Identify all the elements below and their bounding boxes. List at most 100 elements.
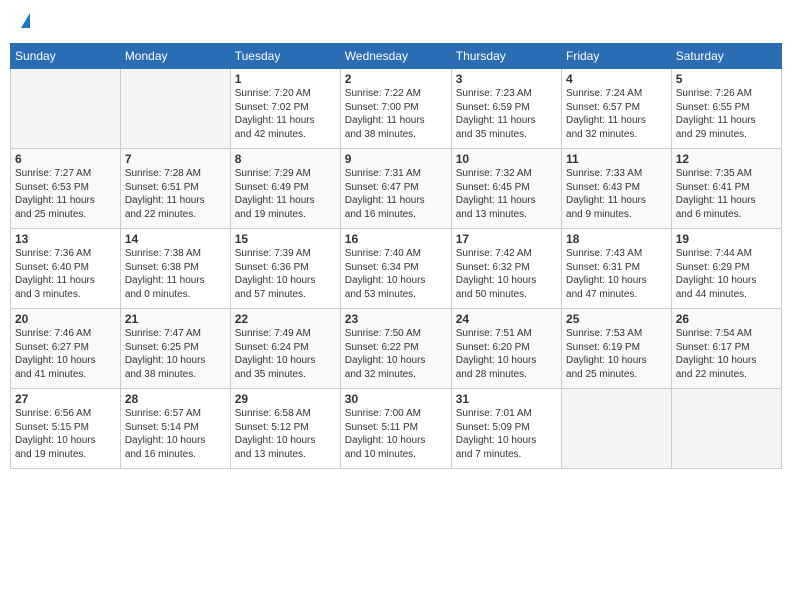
- day-number: 13: [15, 232, 116, 246]
- day-number: 29: [235, 392, 336, 406]
- calendar-cell: 31Sunrise: 7:01 AM Sunset: 5:09 PM Dayli…: [451, 389, 561, 469]
- calendar-cell: 26Sunrise: 7:54 AM Sunset: 6:17 PM Dayli…: [671, 309, 781, 389]
- day-number: 26: [676, 312, 777, 326]
- day-number: 16: [345, 232, 447, 246]
- calendar-cell: [562, 389, 672, 469]
- calendar-cell: 21Sunrise: 7:47 AM Sunset: 6:25 PM Dayli…: [120, 309, 230, 389]
- day-detail: Sunrise: 7:00 AM Sunset: 5:11 PM Dayligh…: [345, 407, 447, 461]
- day-detail: Sunrise: 7:42 AM Sunset: 6:32 PM Dayligh…: [456, 247, 557, 301]
- calendar-cell: 18Sunrise: 7:43 AM Sunset: 6:31 PM Dayli…: [562, 229, 672, 309]
- day-number: 4: [566, 72, 667, 86]
- day-number: 15: [235, 232, 336, 246]
- day-detail: Sunrise: 7:44 AM Sunset: 6:29 PM Dayligh…: [676, 247, 777, 301]
- logo: [20, 15, 30, 30]
- day-detail: Sunrise: 7:54 AM Sunset: 6:17 PM Dayligh…: [676, 327, 777, 381]
- day-number: 17: [456, 232, 557, 246]
- day-number: 14: [125, 232, 226, 246]
- day-detail: Sunrise: 7:35 AM Sunset: 6:41 PM Dayligh…: [676, 167, 777, 221]
- day-detail: Sunrise: 7:53 AM Sunset: 6:19 PM Dayligh…: [566, 327, 667, 381]
- weekday-header: Saturday: [671, 44, 781, 69]
- day-number: 31: [456, 392, 557, 406]
- day-number: 11: [566, 152, 667, 166]
- calendar-cell: [120, 69, 230, 149]
- calendar-cell: 29Sunrise: 6:58 AM Sunset: 5:12 PM Dayli…: [230, 389, 340, 469]
- calendar-cell: [671, 389, 781, 469]
- day-number: 2: [345, 72, 447, 86]
- calendar-cell: 22Sunrise: 7:49 AM Sunset: 6:24 PM Dayli…: [230, 309, 340, 389]
- logo-triangle-icon: [21, 13, 30, 28]
- calendar-cell: 1Sunrise: 7:20 AM Sunset: 7:02 PM Daylig…: [230, 69, 340, 149]
- day-number: 8: [235, 152, 336, 166]
- day-number: 28: [125, 392, 226, 406]
- calendar-cell: 2Sunrise: 7:22 AM Sunset: 7:00 PM Daylig…: [340, 69, 451, 149]
- calendar-cell: 7Sunrise: 7:28 AM Sunset: 6:51 PM Daylig…: [120, 149, 230, 229]
- day-number: 27: [15, 392, 116, 406]
- weekday-header: Monday: [120, 44, 230, 69]
- day-number: 21: [125, 312, 226, 326]
- weekday-header: Friday: [562, 44, 672, 69]
- calendar-cell: 5Sunrise: 7:26 AM Sunset: 6:55 PM Daylig…: [671, 69, 781, 149]
- day-detail: Sunrise: 7:28 AM Sunset: 6:51 PM Dayligh…: [125, 167, 226, 221]
- day-detail: Sunrise: 7:49 AM Sunset: 6:24 PM Dayligh…: [235, 327, 336, 381]
- day-detail: Sunrise: 7:47 AM Sunset: 6:25 PM Dayligh…: [125, 327, 226, 381]
- day-number: 25: [566, 312, 667, 326]
- day-detail: Sunrise: 7:29 AM Sunset: 6:49 PM Dayligh…: [235, 167, 336, 221]
- calendar-week-row: 27Sunrise: 6:56 AM Sunset: 5:15 PM Dayli…: [11, 389, 782, 469]
- calendar-cell: 17Sunrise: 7:42 AM Sunset: 6:32 PM Dayli…: [451, 229, 561, 309]
- day-detail: Sunrise: 7:31 AM Sunset: 6:47 PM Dayligh…: [345, 167, 447, 221]
- calendar-week-row: 6Sunrise: 7:27 AM Sunset: 6:53 PM Daylig…: [11, 149, 782, 229]
- calendar-cell: 11Sunrise: 7:33 AM Sunset: 6:43 PM Dayli…: [562, 149, 672, 229]
- day-number: 24: [456, 312, 557, 326]
- day-number: 10: [456, 152, 557, 166]
- calendar-cell: 8Sunrise: 7:29 AM Sunset: 6:49 PM Daylig…: [230, 149, 340, 229]
- day-detail: Sunrise: 7:39 AM Sunset: 6:36 PM Dayligh…: [235, 247, 336, 301]
- day-number: 6: [15, 152, 116, 166]
- calendar-cell: 6Sunrise: 7:27 AM Sunset: 6:53 PM Daylig…: [11, 149, 121, 229]
- calendar-cell: 10Sunrise: 7:32 AM Sunset: 6:45 PM Dayli…: [451, 149, 561, 229]
- day-detail: Sunrise: 6:56 AM Sunset: 5:15 PM Dayligh…: [15, 407, 116, 461]
- calendar-cell: 4Sunrise: 7:24 AM Sunset: 6:57 PM Daylig…: [562, 69, 672, 149]
- calendar-cell: 14Sunrise: 7:38 AM Sunset: 6:38 PM Dayli…: [120, 229, 230, 309]
- day-detail: Sunrise: 7:24 AM Sunset: 6:57 PM Dayligh…: [566, 87, 667, 141]
- calendar-cell: 12Sunrise: 7:35 AM Sunset: 6:41 PM Dayli…: [671, 149, 781, 229]
- day-detail: Sunrise: 7:36 AM Sunset: 6:40 PM Dayligh…: [15, 247, 116, 301]
- calendar-cell: 16Sunrise: 7:40 AM Sunset: 6:34 PM Dayli…: [340, 229, 451, 309]
- calendar-header-row: SundayMondayTuesdayWednesdayThursdayFrid…: [11, 44, 782, 69]
- day-number: 1: [235, 72, 336, 86]
- day-number: 3: [456, 72, 557, 86]
- day-detail: Sunrise: 7:26 AM Sunset: 6:55 PM Dayligh…: [676, 87, 777, 141]
- day-number: 20: [15, 312, 116, 326]
- day-number: 12: [676, 152, 777, 166]
- weekday-header: Sunday: [11, 44, 121, 69]
- day-detail: Sunrise: 6:58 AM Sunset: 5:12 PM Dayligh…: [235, 407, 336, 461]
- calendar-cell: 30Sunrise: 7:00 AM Sunset: 5:11 PM Dayli…: [340, 389, 451, 469]
- day-detail: Sunrise: 7:50 AM Sunset: 6:22 PM Dayligh…: [345, 327, 447, 381]
- day-number: 23: [345, 312, 447, 326]
- weekday-header: Thursday: [451, 44, 561, 69]
- day-number: 9: [345, 152, 447, 166]
- day-detail: Sunrise: 7:22 AM Sunset: 7:00 PM Dayligh…: [345, 87, 447, 141]
- calendar-cell: 24Sunrise: 7:51 AM Sunset: 6:20 PM Dayli…: [451, 309, 561, 389]
- day-detail: Sunrise: 7:20 AM Sunset: 7:02 PM Dayligh…: [235, 87, 336, 141]
- day-detail: Sunrise: 7:32 AM Sunset: 6:45 PM Dayligh…: [456, 167, 557, 221]
- day-detail: Sunrise: 7:27 AM Sunset: 6:53 PM Dayligh…: [15, 167, 116, 221]
- day-number: 30: [345, 392, 447, 406]
- calendar-cell: 15Sunrise: 7:39 AM Sunset: 6:36 PM Dayli…: [230, 229, 340, 309]
- day-number: 22: [235, 312, 336, 326]
- calendar-cell: 13Sunrise: 7:36 AM Sunset: 6:40 PM Dayli…: [11, 229, 121, 309]
- weekday-header: Wednesday: [340, 44, 451, 69]
- calendar-week-row: 13Sunrise: 7:36 AM Sunset: 6:40 PM Dayli…: [11, 229, 782, 309]
- calendar-week-row: 1Sunrise: 7:20 AM Sunset: 7:02 PM Daylig…: [11, 69, 782, 149]
- calendar-cell: 27Sunrise: 6:56 AM Sunset: 5:15 PM Dayli…: [11, 389, 121, 469]
- day-number: 5: [676, 72, 777, 86]
- calendar-cell: 28Sunrise: 6:57 AM Sunset: 5:14 PM Dayli…: [120, 389, 230, 469]
- day-number: 7: [125, 152, 226, 166]
- calendar-cell: 23Sunrise: 7:50 AM Sunset: 6:22 PM Dayli…: [340, 309, 451, 389]
- day-detail: Sunrise: 7:38 AM Sunset: 6:38 PM Dayligh…: [125, 247, 226, 301]
- day-detail: Sunrise: 7:51 AM Sunset: 6:20 PM Dayligh…: [456, 327, 557, 381]
- day-detail: Sunrise: 7:46 AM Sunset: 6:27 PM Dayligh…: [15, 327, 116, 381]
- day-detail: Sunrise: 7:01 AM Sunset: 5:09 PM Dayligh…: [456, 407, 557, 461]
- day-number: 19: [676, 232, 777, 246]
- calendar-cell: 3Sunrise: 7:23 AM Sunset: 6:59 PM Daylig…: [451, 69, 561, 149]
- calendar-table: SundayMondayTuesdayWednesdayThursdayFrid…: [10, 43, 782, 469]
